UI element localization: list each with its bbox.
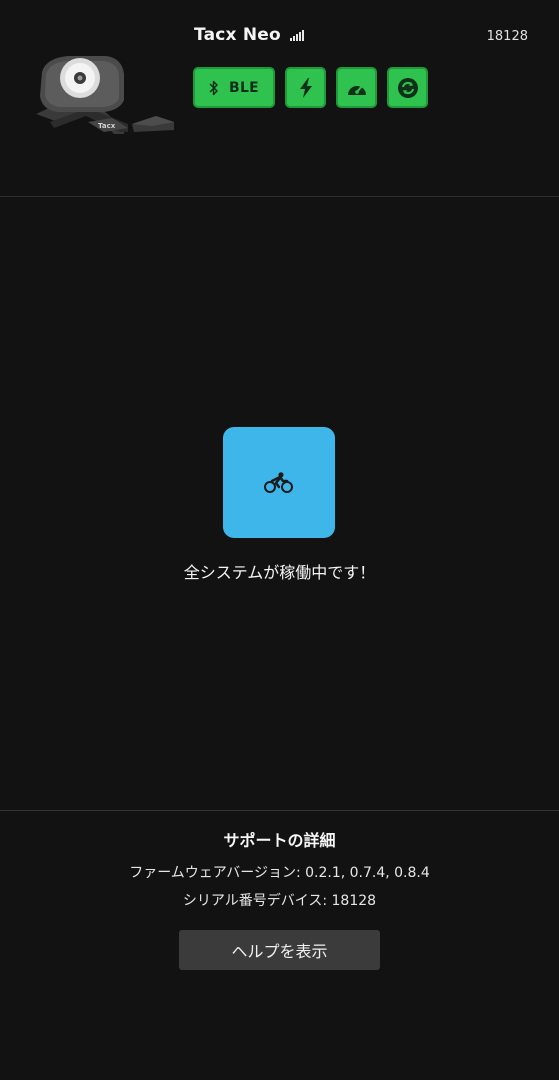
bluetooth-icon bbox=[209, 80, 218, 95]
power-bolt-icon bbox=[299, 77, 312, 98]
support-divider bbox=[0, 810, 559, 811]
ble-connection-badge[interactable]: BLE bbox=[193, 67, 275, 108]
sync-icon bbox=[397, 77, 418, 98]
power-connection-badge[interactable] bbox=[285, 67, 326, 108]
status-tile bbox=[223, 427, 335, 538]
support-title: サポートの詳細 bbox=[223, 831, 336, 850]
device-header: Tacx Tacx Neo 18128 BLE bbox=[0, 0, 559, 197]
serial-number: シリアル番号デバイス: 18128 bbox=[182, 893, 377, 909]
status-message: 全システムが稼働中です！ bbox=[183, 563, 376, 582]
device-name: Tacx Neo bbox=[194, 25, 281, 45]
show-help-button[interactable]: ヘルプを表示 bbox=[179, 930, 380, 970]
svg-text:Tacx: Tacx bbox=[98, 122, 116, 130]
signal-strength-icon bbox=[290, 30, 304, 41]
device-id: 18128 bbox=[486, 29, 528, 44]
firmware-version: ファームウェアバージョン: 0.2.1, 0.7.4, 0.8.4 bbox=[129, 865, 430, 881]
ble-label: BLE bbox=[228, 79, 260, 96]
sync-connection-badge[interactable] bbox=[387, 67, 428, 108]
speedometer-icon bbox=[347, 84, 366, 95]
cyclist-icon bbox=[264, 471, 293, 493]
speed-connection-badge[interactable] bbox=[336, 67, 377, 108]
header-divider bbox=[0, 196, 559, 197]
connection-badges: BLE bbox=[193, 67, 428, 108]
smart-trainer-image: Tacx bbox=[36, 56, 174, 134]
